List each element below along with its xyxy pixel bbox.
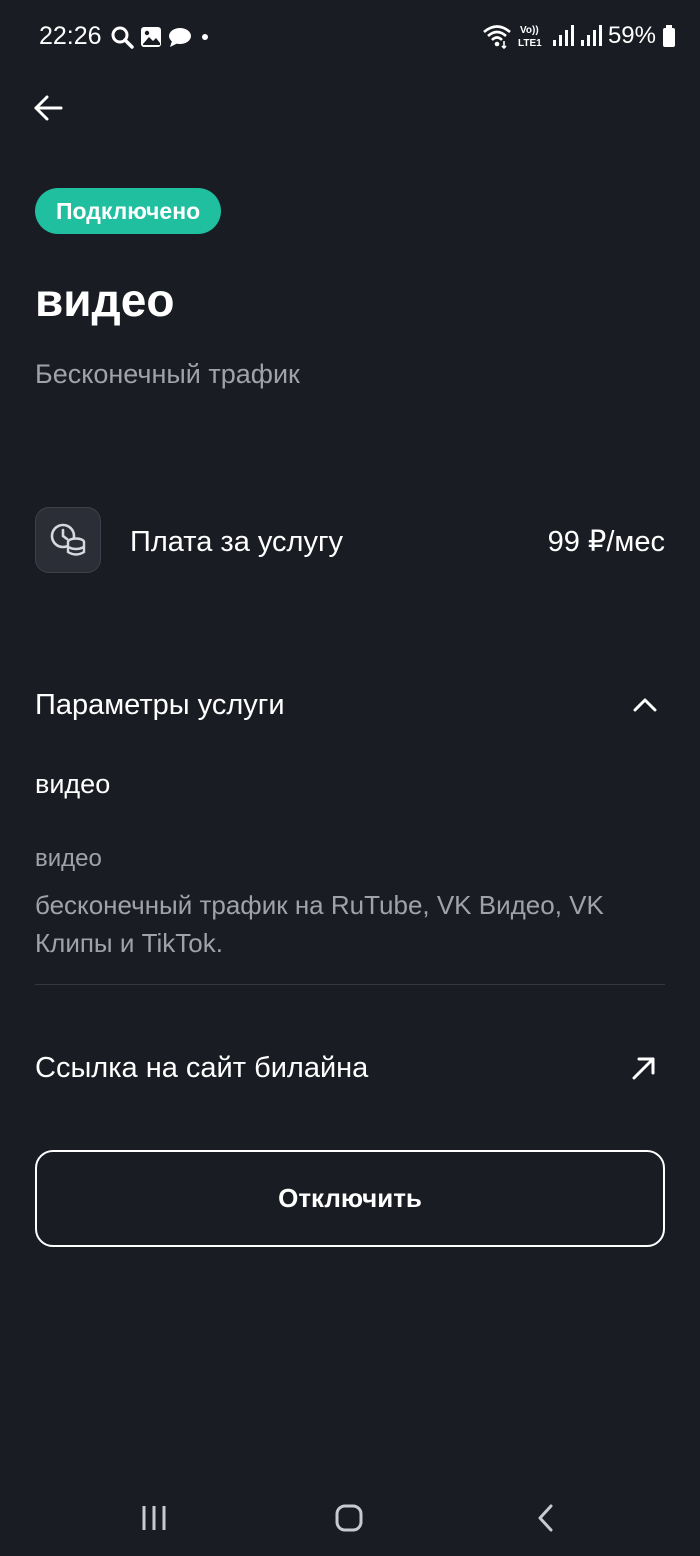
link-label: Ссылка на сайт билайна (35, 1052, 369, 1084)
disable-button[interactable]: Отключить (35, 1150, 665, 1247)
page-title: видео (35, 274, 175, 326)
recent-apps-icon (142, 1506, 166, 1530)
status-time: 22:26 (39, 22, 102, 50)
signal-icon (580, 25, 602, 46)
param-description: бесконечный трафик на RuTube, VK Видео, … (35, 890, 604, 958)
nav-back-button[interactable] (516, 1496, 576, 1540)
params-section-header[interactable]: Параметры услуги (35, 684, 285, 726)
status-icons-right: Vo)) LTE1 59% (482, 20, 676, 52)
status-badge: Подключено (35, 188, 222, 234)
signal-icon (552, 25, 574, 46)
status-icons-left (110, 24, 212, 50)
fee-label: Плата за услугу (130, 526, 344, 558)
svg-text:Vo)): Vo)) (520, 25, 539, 36)
fee-icon-box (35, 507, 101, 573)
page-subtitle: Бесконечный трафик (35, 359, 300, 389)
chat-icon (169, 28, 191, 47)
clock-coins-icon (50, 523, 86, 556)
home-icon (335, 1504, 363, 1532)
fee-value: 99 ₽/мес (547, 526, 665, 558)
chevron-up-icon (633, 698, 657, 712)
battery-icon (663, 25, 675, 47)
divider (35, 984, 665, 985)
wifi-icon (483, 25, 511, 49)
param-caption: видео (35, 845, 102, 872)
image-icon (141, 27, 161, 47)
volte-icon: Vo)) LTE1 (518, 25, 542, 49)
external-arrow-icon (632, 1057, 655, 1080)
svg-text:LTE1: LTE1 (518, 38, 542, 49)
recent-apps-button[interactable] (124, 1496, 184, 1540)
param-name: видео (35, 769, 111, 799)
beeline-site-link[interactable]: Ссылка на сайт билайна (35, 1046, 665, 1090)
params-toggle[interactable] (630, 690, 660, 720)
home-button[interactable] (319, 1496, 379, 1540)
arrow-left-icon (34, 95, 63, 121)
search-icon (111, 26, 134, 49)
back-button[interactable] (28, 88, 68, 128)
dot-icon (202, 34, 208, 40)
back-icon (538, 1504, 553, 1532)
battery-percent: 59% (607, 22, 656, 49)
